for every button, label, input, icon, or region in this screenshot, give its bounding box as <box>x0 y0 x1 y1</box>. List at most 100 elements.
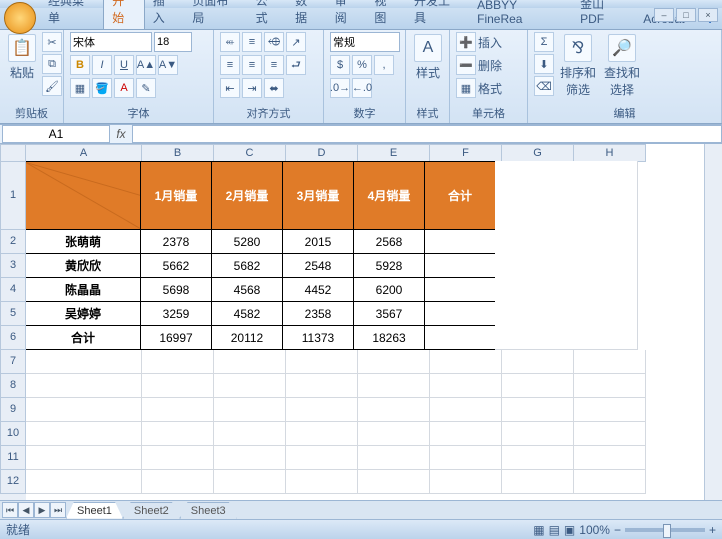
cell[interactable] <box>574 398 646 422</box>
tab-nav-prev[interactable]: ◀ <box>18 502 34 518</box>
align-left-button[interactable]: ≡ <box>220 55 240 75</box>
cell[interactable]: 5698 <box>140 277 212 302</box>
zoom-slider[interactable] <box>625 528 705 532</box>
cell[interactable] <box>495 253 567 278</box>
align-right-button[interactable]: ≡ <box>264 55 284 75</box>
cell[interactable] <box>358 470 430 494</box>
restore-button[interactable]: □ <box>676 8 696 22</box>
cell[interactable] <box>566 253 638 278</box>
copy-button[interactable]: ⧉ <box>42 54 62 74</box>
cell[interactable]: 16997 <box>140 325 212 350</box>
cell[interactable] <box>495 277 567 302</box>
tab-jinshan[interactable]: 金山PDF <box>572 0 635 29</box>
cell[interactable] <box>566 229 638 254</box>
cell[interactable] <box>26 446 142 470</box>
align-middle-button[interactable]: ≡ <box>242 32 262 52</box>
underline-button[interactable]: U <box>114 55 134 75</box>
cell[interactable]: 18263 <box>353 325 425 350</box>
increase-indent-button[interactable]: ⇥ <box>242 78 262 98</box>
cell[interactable] <box>286 398 358 422</box>
row-header[interactable]: 5 <box>0 302 26 326</box>
col-header[interactable]: A <box>26 144 142 162</box>
cell[interactable] <box>566 325 638 350</box>
italic-button[interactable]: I <box>92 55 112 75</box>
decrease-indent-button[interactable]: ⇤ <box>220 78 240 98</box>
fx-icon[interactable]: fx <box>110 127 132 141</box>
row-header[interactable]: 11 <box>0 446 26 470</box>
font-color-button[interactable]: A <box>114 78 134 98</box>
find-select-button[interactable]: 🔎查找和 选择 <box>602 32 642 100</box>
cell[interactable] <box>142 470 214 494</box>
border-button[interactable]: ▦ <box>70 78 90 98</box>
cell[interactable]: 2358 <box>282 301 354 326</box>
wrap-text-button[interactable]: ⮐ <box>286 55 306 75</box>
fill-button[interactable]: ⬇ <box>534 54 554 74</box>
cell[interactable] <box>286 350 358 374</box>
cell[interactable] <box>502 374 574 398</box>
cell[interactable] <box>566 277 638 302</box>
sheet-tab[interactable]: Sheet1 <box>66 502 123 519</box>
cell[interactable]: 11373 <box>282 325 354 350</box>
cell[interactable] <box>424 253 496 278</box>
row-header[interactable]: 2 <box>0 230 26 254</box>
comma-button[interactable]: , <box>374 55 394 75</box>
cell[interactable] <box>430 350 502 374</box>
cell[interactable]: 6200 <box>353 277 425 302</box>
clear-button[interactable]: ⌫ <box>534 76 554 96</box>
styles-button[interactable]: A样式 <box>412 32 444 83</box>
cell[interactable] <box>358 422 430 446</box>
cell[interactable]: 2015 <box>282 229 354 254</box>
cell[interactable]: 5928 <box>353 253 425 278</box>
view-layout-icon[interactable]: ▤ <box>549 523 560 537</box>
currency-button[interactable]: $ <box>330 55 350 75</box>
cell[interactable] <box>214 470 286 494</box>
row-header[interactable]: 10 <box>0 422 26 446</box>
cell[interactable]: 4452 <box>282 277 354 302</box>
align-center-button[interactable]: ≡ <box>242 55 262 75</box>
minimize-button[interactable]: – <box>654 8 674 22</box>
cell[interactable] <box>566 161 638 230</box>
sort-filter-button[interactable]: ⅋排序和 筛选 <box>558 32 598 100</box>
decrease-decimal-button[interactable]: ←.0 <box>352 78 372 98</box>
format-cells-button[interactable]: ▦ <box>456 78 476 98</box>
col-header[interactable]: D <box>286 144 358 162</box>
cell[interactable] <box>26 470 142 494</box>
cell[interactable] <box>286 422 358 446</box>
bold-button[interactable]: B <box>70 55 90 75</box>
tab-layout[interactable]: 页面布局 <box>184 0 247 29</box>
cell[interactable] <box>214 422 286 446</box>
cell[interactable] <box>495 161 567 230</box>
cell[interactable] <box>574 446 646 470</box>
cell[interactable] <box>424 325 496 350</box>
cell[interactable]: 合计 <box>26 325 141 350</box>
grow-font-button[interactable]: A▲ <box>136 55 156 75</box>
cell[interactable] <box>430 470 502 494</box>
cell[interactable] <box>574 470 646 494</box>
cell[interactable] <box>424 277 496 302</box>
cell[interactable] <box>430 398 502 422</box>
office-button[interactable] <box>4 2 36 34</box>
cell[interactable] <box>430 446 502 470</box>
cell[interactable] <box>26 422 142 446</box>
cell[interactable] <box>26 350 142 374</box>
fill-color-button[interactable]: 🪣 <box>92 78 112 98</box>
font-size-select[interactable] <box>154 32 192 52</box>
cell[interactable] <box>574 422 646 446</box>
select-all-corner[interactable] <box>0 144 26 162</box>
cell[interactable] <box>214 446 286 470</box>
increase-decimal-button[interactable]: .0→ <box>330 78 350 98</box>
cell[interactable]: 合计 <box>424 161 496 230</box>
cell[interactable]: 5280 <box>211 229 283 254</box>
cell[interactable] <box>424 229 496 254</box>
cell[interactable] <box>424 301 496 326</box>
cell[interactable] <box>430 422 502 446</box>
cell[interactable] <box>358 350 430 374</box>
cell[interactable] <box>502 350 574 374</box>
cell[interactable] <box>142 350 214 374</box>
tab-abbyy[interactable]: ABBYY FineRea <box>469 0 572 29</box>
cell[interactable] <box>358 374 430 398</box>
cell[interactable]: 吴婷婷 <box>26 301 141 326</box>
cell[interactable] <box>502 470 574 494</box>
delete-cells-button[interactable]: ➖ <box>456 55 476 75</box>
cell[interactable] <box>502 446 574 470</box>
